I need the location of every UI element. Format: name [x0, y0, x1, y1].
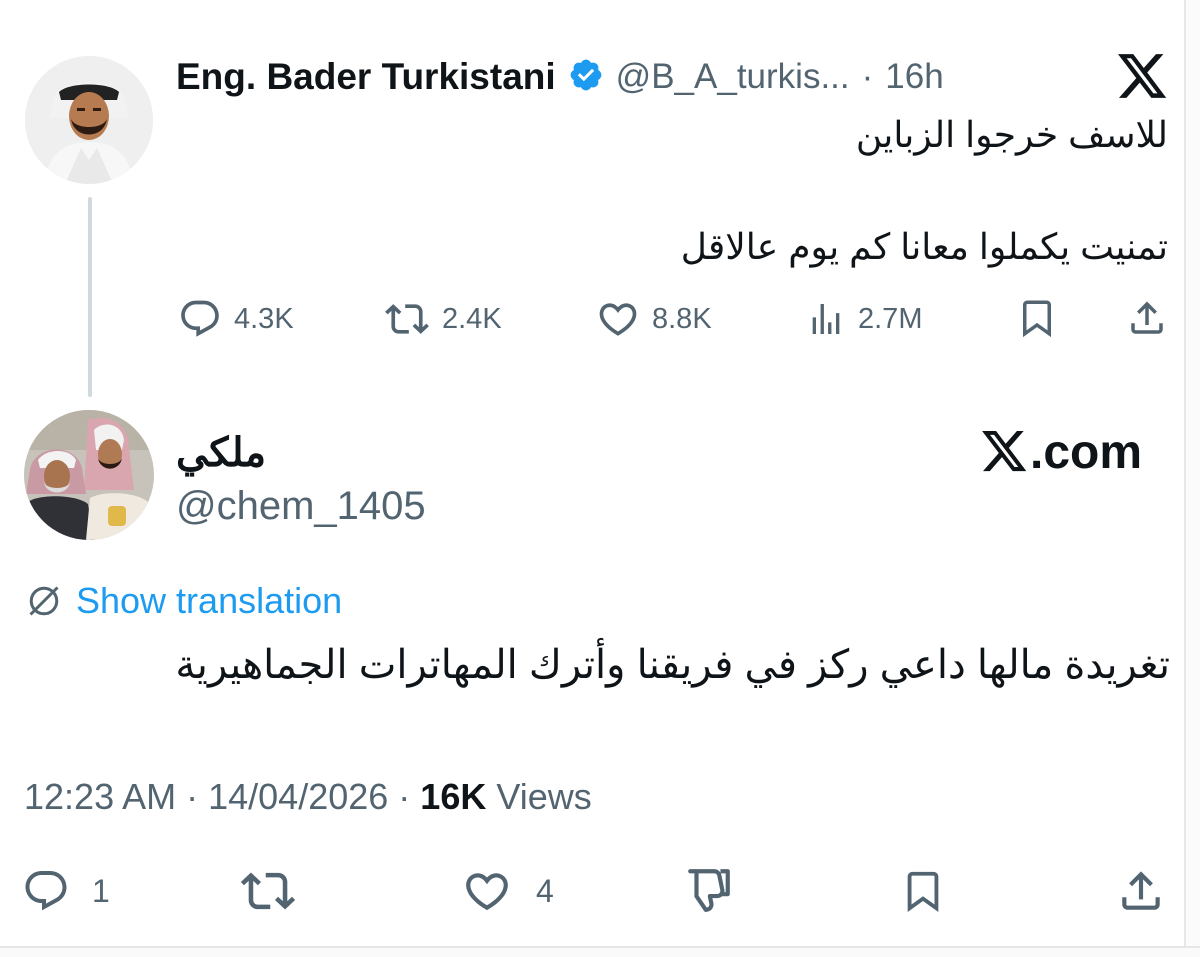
share-icon — [1122, 871, 1160, 910]
reply-like-button[interactable]: 4 — [460, 866, 554, 916]
reply-date[interactable]: 14/04/2026 — [208, 776, 388, 818]
x-logo-icon[interactable] — [1118, 54, 1168, 100]
verified-badge-icon — [568, 57, 604, 98]
reply-icon — [181, 300, 219, 337]
reply-author-avatar[interactable] — [24, 410, 154, 540]
xcom-brand: . com — [982, 424, 1142, 480]
quoted-like-count: 8.8K — [652, 302, 712, 335]
quoted-reply-button[interactable]: 4.3K — [178, 296, 294, 342]
quoted-like-button[interactable]: 8.8K — [596, 296, 712, 342]
thumbs-down-icon — [688, 869, 730, 912]
quoted-timestamp[interactable]: 16h — [885, 57, 943, 97]
bookmark-icon — [1023, 300, 1051, 338]
quoted-reply-count: 4.3K — [234, 302, 294, 335]
reply-text: تغريدة مالها داعي ركز في فريقنا وأترك ال… — [175, 643, 1170, 687]
meta-dot: · — [186, 776, 199, 817]
views-chart-icon — [812, 304, 840, 334]
quoted-views-count: 2.7M — [858, 302, 923, 335]
show-translation-row[interactable]: Show translation — [26, 578, 342, 624]
bottom-frame-edge — [0, 946, 1200, 957]
reply-time[interactable]: 12:23 AM — [24, 776, 176, 818]
reply-bookmark-button[interactable] — [900, 866, 946, 916]
reply-meta-row: 12:23 AM · 14/04/2026 · 16K Views — [24, 774, 592, 820]
reply-like-count: 4 — [536, 872, 554, 909]
reply-dislike-button[interactable] — [684, 864, 734, 916]
quoted-repost-button[interactable]: 2.4K — [384, 296, 502, 342]
reply-share-button[interactable] — [1116, 866, 1166, 916]
reply-author-handle[interactable]: @chem_1405 — [176, 482, 426, 530]
reply-views-label: Views — [496, 776, 592, 817]
share-icon — [1131, 301, 1163, 334]
reply-views-count[interactable]: 16K — [420, 776, 486, 818]
meta-dot: · — [398, 776, 411, 817]
heart-icon — [599, 303, 637, 336]
quoted-text-line1: للاسف خرجوا الزباين — [855, 114, 1168, 155]
show-translation-link[interactable]: Show translation — [76, 580, 342, 622]
quoted-author-name[interactable]: Eng. Bader Turkistani — [176, 56, 556, 98]
reply-author-name[interactable]: ملكي — [176, 428, 266, 478]
quoted-text-line2: تمنيت يكملوا معانا كم يوم عالاقل — [680, 226, 1168, 267]
xcom-brand-text: com — [1043, 425, 1143, 479]
right-frame-edge — [1184, 0, 1200, 955]
quoted-author-avatar[interactable] — [25, 56, 153, 184]
reply-reply-count: 1 — [92, 872, 110, 909]
reply-icon — [25, 871, 67, 911]
repost-icon — [240, 872, 296, 910]
quoted-author-handle[interactable]: @B_A_turkis... — [616, 57, 850, 97]
quoted-repost-count: 2.4K — [442, 302, 502, 335]
quoted-header: Eng. Bader Turkistani @B_A_turkis... · 1… — [176, 52, 1056, 102]
quoted-bookmark-button[interactable] — [1016, 296, 1058, 340]
reply-repost-button[interactable] — [240, 866, 296, 916]
quoted-views-button[interactable]: 2.7M — [806, 296, 922, 342]
quoted-separator: · — [861, 57, 874, 96]
reply-reply-button[interactable]: 1 — [22, 866, 110, 916]
heart-icon — [466, 873, 508, 911]
x-logo-icon — [982, 431, 1027, 472]
repost-icon — [385, 304, 429, 334]
translate-globe-icon — [29, 586, 59, 616]
quoted-share-button[interactable] — [1126, 296, 1168, 340]
bookmark-icon — [907, 871, 939, 912]
thread-connector-line — [88, 197, 92, 397]
